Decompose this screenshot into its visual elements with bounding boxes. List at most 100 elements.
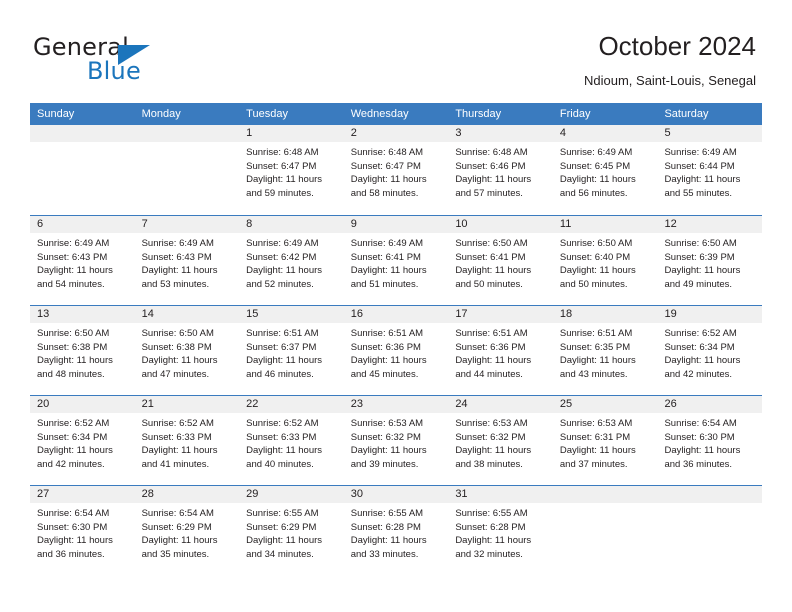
day-details: Sunrise: 6:48 AM Sunset: 6:46 PM Daylight:…: [448, 142, 553, 200]
sunrise-text: Sunrise: 6:50 AM: [141, 328, 214, 339]
day-cell[interactable]: 4 Sunrise: 6:49 AM Sunset: 6:45 PM Daylight…: [552, 125, 658, 215]
daylight-text: Daylight: 11 hours and 38 minutes.: [455, 445, 532, 470]
day-number: 17: [448, 306, 553, 323]
day-details: Sunrise: 6:55 AM Sunset: 6:28 PM Daylight:…: [448, 503, 553, 561]
sunrise-text: Sunrise: 6:53 AM: [455, 418, 528, 429]
day-cell[interactable]: 26 Sunrise: 6:54 AM Sunset: 6:30 PM Dayligh…: [657, 396, 763, 485]
sunrise-text: Sunrise: 6:52 AM: [37, 418, 110, 429]
day-details: Sunrise: 6:55 AM Sunset: 6:29 PM Daylight:…: [239, 503, 344, 561]
sunset-text: Sunset: 6:46 PM: [455, 160, 526, 172]
sunrise-text: Sunrise: 6:48 AM: [246, 147, 319, 158]
day-number: 3: [448, 125, 553, 142]
daylight-text: Daylight: 11 hours and 35 minutes.: [141, 535, 218, 560]
week-row: 20 Sunrise: 6:52 AM Sunset: 6:34 PM Dayligh…: [30, 395, 763, 485]
sunrise-text: Sunrise: 6:50 AM: [664, 238, 737, 249]
day-cell[interactable]: 20 Sunrise: 6:52 AM Sunset: 6:34 PM Dayligh…: [30, 396, 135, 485]
day-number: 20: [30, 396, 135, 413]
day-cell[interactable]: 11 Sunrise: 6:50 AM Sunset: 6:40 PM Dayligh…: [552, 216, 658, 305]
day-cell[interactable]: 29 Sunrise: 6:55 AM Sunset: 6:29 PM Dayligh…: [239, 486, 344, 575]
day-cell[interactable]: 9 Sunrise: 6:49 AM Sunset: 6:41 PM Daylight…: [343, 216, 449, 305]
day-number: [552, 486, 658, 503]
sunrise-text: Sunrise: 6:51 AM: [350, 328, 424, 339]
day-details: Sunrise: 6:49 AM Sunset: 6:41 PM Daylight:…: [344, 233, 449, 291]
day-cell[interactable]: 30 Sunrise: 6:55 AM Sunset: 6:28 PM Dayligh…: [343, 486, 449, 575]
sunrise-text: Sunrise: 6:52 AM: [664, 328, 737, 339]
day-cell[interactable]: 3 Sunrise: 6:48 AM Sunset: 6:46 PM Daylight…: [448, 125, 553, 215]
daylight-text: Daylight: 11 hours and 55 minutes.: [664, 174, 741, 199]
daylight-text: Daylight: 11 hours and 48 minutes.: [37, 355, 113, 380]
day-cell[interactable]: 27 Sunrise: 6:54 AM Sunset: 6:30 PM Dayligh…: [30, 486, 135, 575]
day-cell[interactable]: 17 Sunrise: 6:51 AM Sunset: 6:36 PM Dayligh…: [448, 306, 553, 395]
day-number: 8: [239, 216, 344, 233]
day-cell[interactable]: 24 Sunrise: 6:53 AM Sunset: 6:32 PM Dayligh…: [448, 396, 553, 485]
calendar-grid: Sunday Monday Tuesday Wednesday Thursday…: [30, 103, 763, 575]
sunrise-text: Sunrise: 6:50 AM: [37, 328, 110, 339]
day-details: Sunrise: 6:48 AM Sunset: 6:47 PM Daylight:…: [239, 142, 344, 200]
daylight-text: Daylight: 11 hours and 49 minutes.: [664, 265, 741, 290]
day-cell[interactable]: 2 Sunrise: 6:48 AM Sunset: 6:47 PM Daylight…: [343, 125, 449, 215]
day-cell[interactable]: 12 Sunrise: 6:50 AM Sunset: 6:39 PM Dayligh…: [657, 216, 763, 305]
day-number: 16: [343, 306, 449, 323]
day-cell[interactable]: 1 Sunrise: 6:48 AM Sunset: 6:47 PM Daylight…: [239, 125, 344, 215]
day-cell[interactable]: 5 Sunrise: 6:49 AM Sunset: 6:44 PM Daylight…: [657, 125, 763, 215]
day-cell[interactable]: 7 Sunrise: 6:49 AM Sunset: 6:43 PM Daylight…: [134, 216, 240, 305]
daylight-text: Daylight: 11 hours and 43 minutes.: [559, 355, 636, 380]
day-cell[interactable]: 6 Sunrise: 6:49 AM Sunset: 6:43 PM Daylight…: [30, 216, 135, 305]
sunset-text: Sunset: 6:36 PM: [455, 341, 526, 353]
sunrise-text: Sunrise: 6:55 AM: [350, 508, 424, 519]
day-cell[interactable]: 31 Sunrise: 6:55 AM Sunset: 6:28 PM Dayligh…: [448, 486, 553, 575]
sunrise-text: Sunrise: 6:51 AM: [246, 328, 319, 339]
sunset-text: Sunset: 6:47 PM: [350, 160, 421, 172]
day-number: 24: [448, 396, 553, 413]
weekday-friday: Friday: [559, 108, 591, 120]
sunrise-text: Sunrise: 6:55 AM: [455, 508, 528, 519]
day-number: 29: [239, 486, 344, 503]
sunset-text: Sunset: 6:28 PM: [350, 521, 421, 533]
sunrise-text: Sunrise: 6:53 AM: [559, 418, 633, 429]
sunrise-text: Sunrise: 6:54 AM: [37, 508, 110, 519]
day-details: Sunrise: 6:48 AM Sunset: 6:47 PM Daylight:…: [344, 142, 449, 200]
sunrise-text: Sunrise: 6:50 AM: [559, 238, 633, 249]
page-title: October 2024: [598, 31, 756, 61]
day-cell[interactable]: 19 Sunrise: 6:52 AM Sunset: 6:34 PM Dayligh…: [657, 306, 763, 395]
day-cell[interactable]: 14 Sunrise: 6:50 AM Sunset: 6:38 PM Dayligh…: [134, 306, 240, 395]
day-cell[interactable]: 15 Sunrise: 6:51 AM Sunset: 6:37 PM Dayligh…: [239, 306, 344, 395]
sunset-text: Sunset: 6:31 PM: [559, 431, 631, 443]
day-details: Sunrise: 6:54 AM Sunset: 6:29 PM Daylight:…: [135, 503, 240, 561]
day-cell[interactable]: 18 Sunrise: 6:51 AM Sunset: 6:35 PM Dayligh…: [552, 306, 658, 395]
day-number: 14: [134, 306, 240, 323]
day-cell[interactable]: 22 Sunrise: 6:52 AM Sunset: 6:33 PM Dayligh…: [239, 396, 344, 485]
daylight-text: Daylight: 11 hours and 36 minutes.: [664, 445, 741, 470]
day-cell[interactable]: 23 Sunrise: 6:53 AM Sunset: 6:32 PM Dayligh…: [343, 396, 449, 485]
day-details: Sunrise: 6:53 AM Sunset: 6:32 PM Daylight:…: [344, 413, 449, 471]
weekday-thursday: Thursday: [455, 108, 502, 120]
day-details: Sunrise: 6:49 AM Sunset: 6:42 PM Daylight:…: [239, 233, 344, 291]
daylight-text: Daylight: 11 hours and 51 minutes.: [350, 265, 427, 290]
day-cell[interactable]: 13 Sunrise: 6:50 AM Sunset: 6:38 PM Dayligh…: [30, 306, 135, 395]
day-details: Sunrise: 6:50 AM Sunset: 6:40 PM Daylight:…: [553, 233, 658, 291]
sunset-text: Sunset: 6:39 PM: [664, 251, 735, 263]
day-details: Sunrise: 6:50 AM Sunset: 6:38 PM Daylight:…: [30, 323, 135, 381]
day-details: Sunrise: 6:50 AM Sunset: 6:39 PM Daylight:…: [657, 233, 762, 291]
day-cell[interactable]: 28 Sunrise: 6:54 AM Sunset: 6:29 PM Dayligh…: [134, 486, 240, 575]
daylight-text: Daylight: 11 hours and 42 minutes.: [664, 355, 741, 380]
sunset-text: Sunset: 6:45 PM: [559, 160, 631, 172]
day-cell[interactable]: 25 Sunrise: 6:53 AM Sunset: 6:31 PM Dayligh…: [552, 396, 658, 485]
day-details: Sunrise: 6:50 AM Sunset: 6:41 PM Daylight:…: [448, 233, 553, 291]
day-number: 18: [552, 306, 658, 323]
location-subtitle: Ndioum, Saint-Louis, Senegal: [584, 73, 756, 88]
day-details: Sunrise: 6:53 AM Sunset: 6:32 PM Daylight:…: [448, 413, 553, 471]
brand-logo[interactable]: General Blue: [33, 33, 263, 89]
day-number: [30, 125, 135, 142]
day-cell[interactable]: 8 Sunrise: 6:49 AM Sunset: 6:42 PM Daylight…: [239, 216, 344, 305]
daylight-text: Daylight: 11 hours and 37 minutes.: [559, 445, 636, 470]
sunset-text: Sunset: 6:41 PM: [350, 251, 421, 263]
sunset-text: Sunset: 6:32 PM: [350, 431, 421, 443]
daylight-text: Daylight: 11 hours and 56 minutes.: [559, 174, 636, 199]
day-cell[interactable]: 16 Sunrise: 6:51 AM Sunset: 6:36 PM Dayligh…: [343, 306, 449, 395]
sunset-text: Sunset: 6:42 PM: [246, 251, 317, 263]
daylight-text: Daylight: 11 hours and 39 minutes.: [350, 445, 427, 470]
day-cell[interactable]: 10 Sunrise: 6:50 AM Sunset: 6:41 PM Dayligh…: [448, 216, 553, 305]
day-cell[interactable]: 21 Sunrise: 6:52 AM Sunset: 6:33 PM Dayligh…: [134, 396, 240, 485]
sunrise-text: Sunrise: 6:48 AM: [455, 147, 528, 158]
